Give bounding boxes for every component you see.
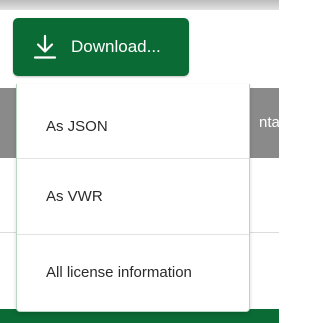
menu-item-label: As VWR <box>46 188 103 205</box>
download-menu: As JSON As VWR All license information <box>16 84 250 312</box>
menu-item-all-license-information[interactable]: All license information <box>17 235 249 310</box>
download-button[interactable]: Download... <box>13 18 189 76</box>
top-strip <box>0 0 279 10</box>
table-header-label: ntair <box>259 114 289 131</box>
download-button-label: Download... <box>71 37 161 56</box>
menu-item-label: As JSON <box>46 118 108 135</box>
download-icon <box>33 34 57 59</box>
menu-item-label: All license information <box>46 264 192 281</box>
menu-item-as-vwr[interactable]: As VWR <box>17 159 249 234</box>
menu-item-as-json[interactable]: As JSON <box>17 89 249 164</box>
